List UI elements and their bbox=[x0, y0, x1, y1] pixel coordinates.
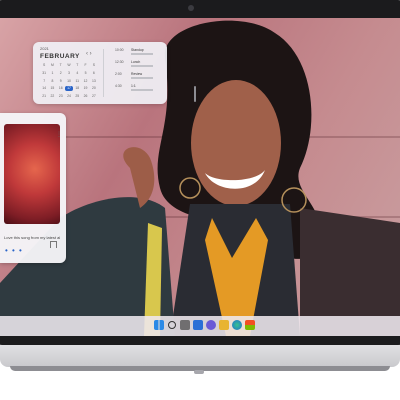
event-line bbox=[131, 65, 153, 67]
music-widget[interactable]: ⋮ Love this song from my latest album • … bbox=[0, 113, 66, 263]
calendar-day[interactable]: 27 bbox=[90, 94, 98, 99]
task-view-icon[interactable] bbox=[180, 320, 190, 330]
laptop-base bbox=[0, 345, 400, 367]
bookmark-icon[interactable] bbox=[50, 241, 57, 248]
calendar-day[interactable]: 17 bbox=[64, 86, 74, 92]
weekday-label: S bbox=[92, 63, 95, 67]
calendar-day[interactable]: 22 bbox=[48, 94, 56, 99]
calendar-event[interactable]: 2:00 Review bbox=[115, 72, 159, 81]
event-time: 12:30 bbox=[115, 60, 124, 64]
calendar-day[interactable]: 10 bbox=[65, 79, 73, 84]
file-explorer-icon[interactable] bbox=[219, 320, 229, 330]
calendar-day[interactable]: 14 bbox=[40, 86, 48, 91]
event-line bbox=[131, 53, 153, 55]
calendar-scrollbar[interactable] bbox=[194, 86, 196, 102]
weekday-label: M bbox=[51, 63, 54, 67]
music-caption: Love this song from my latest album bbox=[4, 235, 60, 240]
calendar-day[interactable]: 16 bbox=[57, 86, 65, 91]
calendar-day[interactable]: 13 bbox=[90, 79, 98, 84]
event-title: Review bbox=[131, 72, 143, 76]
calendar-events-list: 10:00 Standup 12:30 Lunch 2:00 Review 4:30 1:1 bbox=[115, 48, 159, 96]
search-icon[interactable] bbox=[168, 321, 176, 329]
calendar-event[interactable]: 4:30 1:1 bbox=[115, 84, 159, 93]
pager-dots[interactable]: • • • bbox=[5, 246, 23, 255]
calendar-day[interactable]: 12 bbox=[81, 79, 89, 84]
event-time: 4:30 bbox=[115, 84, 122, 88]
more-vertical-icon[interactable]: ⋮ bbox=[56, 131, 62, 138]
calendar-day[interactable]: 15 bbox=[48, 86, 56, 91]
screen: 2021 FEBRUARY ‹ › S M T W T F S 31 1 2 3 4 5 6 7 8 9 10 11… bbox=[0, 18, 400, 336]
edge-icon[interactable] bbox=[232, 320, 242, 330]
calendar-event[interactable]: 10:00 Standup bbox=[115, 48, 159, 57]
laptop: 2021 FEBRUARY ‹ › S M T W T F S 31 1 2 3 4 5 6 7 8 9 10 11… bbox=[0, 0, 400, 400]
event-title: Lunch bbox=[131, 60, 141, 64]
brand-logo bbox=[194, 370, 204, 374]
weekday-label: T bbox=[59, 63, 62, 67]
divider bbox=[103, 49, 104, 97]
event-title: 1:1 bbox=[131, 84, 136, 88]
taskbar bbox=[0, 316, 400, 336]
weekday-label: T bbox=[76, 63, 79, 67]
calendar-day[interactable]: 20 bbox=[90, 86, 98, 91]
weekday-label: W bbox=[67, 63, 71, 67]
weekday-label: S bbox=[43, 63, 46, 67]
store-icon[interactable] bbox=[245, 320, 255, 330]
calendar-day[interactable]: 9 bbox=[57, 79, 65, 84]
calendar-day[interactable]: 23 bbox=[57, 94, 65, 99]
calendar-day[interactable]: 1 bbox=[48, 71, 56, 76]
calendar-day[interactable]: 25 bbox=[73, 94, 81, 99]
widgets-icon[interactable] bbox=[193, 320, 203, 330]
event-line bbox=[131, 89, 153, 91]
calendar-day[interactable]: 21 bbox=[40, 94, 48, 99]
calendar-day[interactable]: 18 bbox=[73, 86, 81, 91]
calendar-day[interactable]: 8 bbox=[48, 79, 56, 84]
calendar-day[interactable]: 24 bbox=[65, 94, 73, 99]
calendar-grid: S M T W T F S 31 1 2 3 4 5 6 7 8 9 10 11 12 13 14 15 16 17 18 19 20… bbox=[40, 63, 98, 99]
chat-icon[interactable] bbox=[206, 320, 216, 330]
calendar-nav-arrows[interactable]: ‹ › bbox=[86, 51, 92, 57]
calendar-day[interactable]: 19 bbox=[81, 86, 89, 91]
event-time: 10:00 bbox=[115, 48, 124, 52]
calendar-widget[interactable]: 2021 FEBRUARY ‹ › S M T W T F S 31 1 2 3 4 5 6 7 8 9 10 11… bbox=[33, 42, 196, 104]
calendar-day[interactable]: 5 bbox=[81, 71, 89, 76]
calendar-year: 2021 bbox=[40, 46, 49, 51]
calendar-day[interactable]: 4 bbox=[73, 71, 81, 76]
calendar-day[interactable]: 11 bbox=[73, 79, 81, 84]
event-time: 2:00 bbox=[115, 72, 122, 76]
windows-start-icon[interactable] bbox=[154, 320, 164, 330]
album-art[interactable] bbox=[4, 124, 60, 224]
weekday-label: F bbox=[84, 63, 87, 67]
calendar-event[interactable]: 12:30 Lunch bbox=[115, 60, 159, 69]
calendar-day[interactable]: 3 bbox=[65, 71, 73, 76]
calendar-day[interactable]: 31 bbox=[40, 71, 48, 76]
calendar-day[interactable]: 2 bbox=[57, 71, 65, 76]
calendar-day[interactable]: 7 bbox=[40, 79, 48, 84]
calendar-day[interactable]: 6 bbox=[90, 71, 98, 76]
taskbar-icons bbox=[154, 320, 255, 330]
calendar-day[interactable]: 26 bbox=[81, 94, 89, 99]
webcam bbox=[188, 5, 194, 11]
event-line bbox=[131, 77, 153, 79]
event-title: Standup bbox=[131, 48, 144, 52]
calendar-month: FEBRUARY bbox=[40, 53, 80, 60]
